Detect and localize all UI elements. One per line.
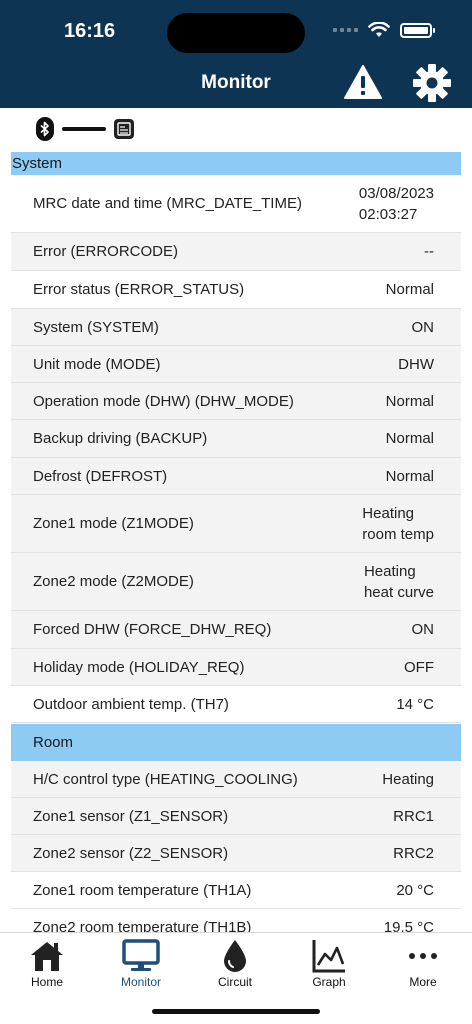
row-label: Zone2 mode (Z2MODE) bbox=[33, 573, 194, 590]
list-item: System (SYSTEM) ON bbox=[11, 309, 461, 346]
row-value: Normal bbox=[385, 430, 434, 447]
connection-line bbox=[62, 127, 106, 131]
status-time: 16:16 bbox=[64, 20, 116, 42]
row-value: RRC2 bbox=[393, 844, 434, 862]
wifi-icon bbox=[368, 22, 390, 37]
tab-monitor[interactable]: Monitor bbox=[94, 937, 188, 989]
water-drop-icon bbox=[224, 940, 246, 972]
list-item: Error (ERRORCODE) -- bbox=[11, 233, 461, 271]
list-item: MRC date and time (MRC_DATE_TIME) 03/08/… bbox=[11, 175, 461, 233]
row-label: Zone2 sensor (Z2_SENSOR) bbox=[33, 844, 229, 862]
home-indicator[interactable] bbox=[152, 1009, 320, 1014]
list-item: Zone1 mode (Z1MODE) Heating room temp bbox=[11, 495, 461, 553]
row-value: DHW bbox=[398, 355, 434, 373]
row-value: -- bbox=[424, 243, 434, 260]
warning-triangle-icon[interactable] bbox=[344, 64, 382, 100]
graph-icon bbox=[312, 940, 345, 973]
section-header-room: Room bbox=[11, 724, 461, 761]
unit-icon bbox=[114, 119, 134, 139]
tab-more[interactable]: More bbox=[376, 937, 470, 989]
row-label: MRC date and time (MRC_DATE_TIME) bbox=[33, 195, 302, 212]
tab-label: Monitor bbox=[120, 975, 161, 989]
dynamic-island bbox=[167, 13, 305, 53]
row-value: ON bbox=[411, 318, 435, 336]
tab-label: Graph bbox=[312, 975, 346, 989]
row-label: Zone1 mode (Z1MODE) bbox=[33, 515, 194, 532]
row-value: Normal bbox=[385, 467, 434, 485]
row-label: Operation mode (DHW) (DHW_MODE) bbox=[33, 392, 294, 410]
tab-graph[interactable]: Graph bbox=[282, 937, 376, 989]
row-label: Holiday mode (HOLIDAY_REQ) bbox=[33, 658, 245, 676]
row-value: Normal bbox=[385, 392, 434, 410]
row-label: Zone1 sensor (Z1_SENSOR) bbox=[33, 807, 229, 825]
row-label: Error (ERRORCODE) bbox=[33, 243, 178, 260]
list-item: Zone1 room temperature (TH1A) 20 °C bbox=[11, 872, 461, 909]
tab-label: More bbox=[409, 975, 437, 989]
row-label: System (SYSTEM) bbox=[33, 318, 159, 336]
list-item: Error status (ERROR_STATUS) Normal bbox=[11, 271, 461, 309]
row-value: ON bbox=[411, 621, 435, 638]
row-value: Heating bbox=[382, 770, 434, 788]
tab-label: Home bbox=[30, 975, 63, 989]
list-item: Backup driving (BACKUP) Normal bbox=[11, 420, 461, 458]
list-item: Zone1 sensor (Z1_SENSOR) RRC1 bbox=[11, 798, 461, 835]
list-item: Zone2 sensor (Z2_SENSOR) RRC2 bbox=[11, 835, 461, 872]
list-item: H/C control type (HEATING_COOLING) Heati… bbox=[11, 761, 461, 798]
signal-icon bbox=[333, 28, 358, 32]
monitor-icon bbox=[122, 939, 160, 971]
more-icon bbox=[409, 953, 437, 959]
page-title: Monitor bbox=[201, 72, 271, 93]
row-value: RRC1 bbox=[393, 807, 434, 825]
row-value: 19.5 °C bbox=[383, 918, 434, 933]
list-item: Zone2 room temperature (TH1B) 19.5 °C bbox=[11, 909, 461, 933]
connection-status bbox=[36, 116, 134, 142]
list-item: Defrost (DEFROST) Normal bbox=[11, 458, 461, 495]
tab-label: Circuit bbox=[217, 975, 252, 989]
tab-home[interactable]: Home bbox=[0, 937, 94, 989]
row-label: Backup driving (BACKUP) bbox=[33, 430, 208, 447]
list-item: Outdoor ambient temp. (TH7) 14 °C bbox=[11, 686, 461, 723]
row-label: Error status (ERROR_STATUS) bbox=[33, 281, 245, 298]
home-icon bbox=[31, 942, 63, 971]
gear-icon[interactable] bbox=[412, 63, 452, 103]
row-label: Zone1 room temperature (TH1A) bbox=[33, 881, 252, 899]
row-value: 03/08/2023 02:03:27 bbox=[358, 184, 434, 223]
row-value: Heating heat curve bbox=[363, 562, 434, 601]
tab-circuit[interactable]: Circuit bbox=[188, 937, 282, 989]
row-value: Heating room temp bbox=[362, 504, 434, 543]
row-label: Defrost (DEFROST) bbox=[33, 467, 168, 485]
status-icons bbox=[333, 22, 435, 38]
row-label: Outdoor ambient temp. (TH7) bbox=[33, 695, 229, 713]
section-header-system: System bbox=[11, 152, 461, 175]
bluetooth-icon bbox=[36, 117, 54, 141]
list-item: Unit mode (MODE) DHW bbox=[11, 346, 461, 383]
row-value: OFF bbox=[404, 658, 434, 676]
monitor-list[interactable]: System MRC date and time (MRC_DATE_TIME)… bbox=[11, 152, 461, 932]
battery-icon bbox=[400, 22, 435, 38]
list-item: Forced DHW (FORCE_DHW_REQ) ON bbox=[11, 611, 461, 649]
list-item: Zone2 mode (Z2MODE) Heating heat curve bbox=[11, 553, 461, 611]
list-item: Holiday mode (HOLIDAY_REQ) OFF bbox=[11, 649, 461, 686]
row-value: Normal bbox=[385, 281, 434, 298]
row-label: Forced DHW (FORCE_DHW_REQ) bbox=[33, 621, 272, 638]
row-label: H/C control type (HEATING_COOLING) bbox=[33, 770, 298, 788]
row-label: Unit mode (MODE) bbox=[33, 355, 161, 373]
row-value: 20 °C bbox=[396, 881, 434, 899]
row-value: 14 °C bbox=[396, 695, 434, 713]
app-header: 16:16 Monitor bbox=[0, 0, 472, 108]
row-label: Zone2 room temperature (TH1B) bbox=[33, 918, 252, 933]
list-item: Operation mode (DHW) (DHW_MODE) Normal bbox=[11, 383, 461, 420]
